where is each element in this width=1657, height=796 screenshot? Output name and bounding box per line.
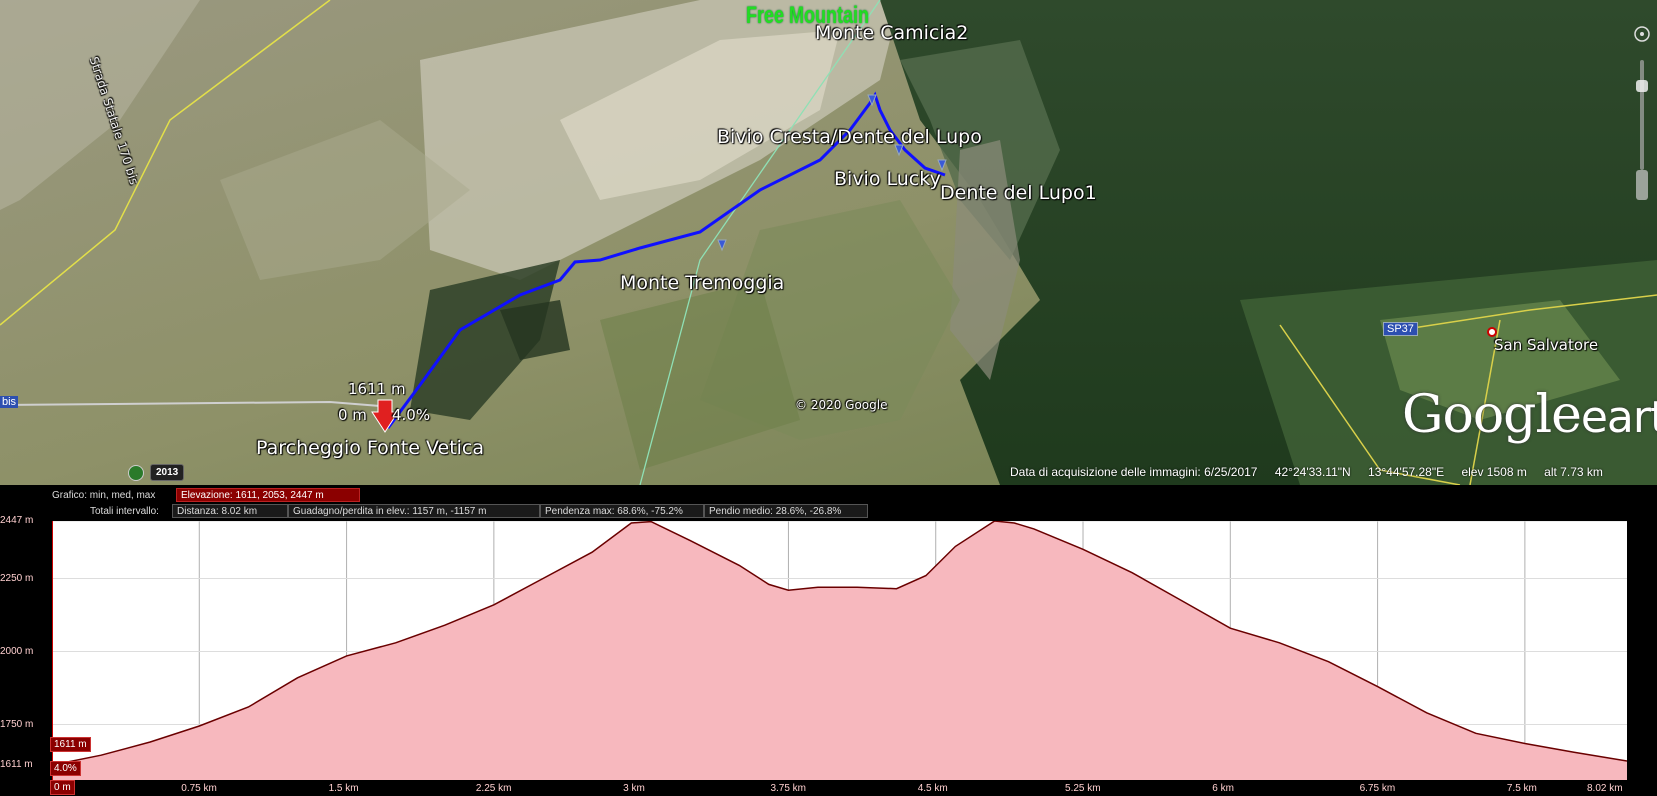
place-monte-camicia[interactable]: Monte Camicia2 xyxy=(815,22,968,44)
distance-box[interactable]: Distanza: 8.02 km xyxy=(172,504,288,518)
logo-earth-text: earth xyxy=(1580,392,1657,443)
place-bivio-cresta[interactable]: Bivio Cresta/Dente del Lupo xyxy=(717,126,982,148)
zoom-slider-icon[interactable] xyxy=(1633,20,1651,210)
x-tick-label: 3.75 km xyxy=(770,783,807,794)
avg-slope-box[interactable]: Pendio medio: 28.6%, -26.8% xyxy=(704,504,868,518)
marker-elevation: 1611 m xyxy=(50,737,91,752)
longitude: 13°44'57.28"E xyxy=(1368,465,1445,479)
place-parcheggio[interactable]: Parcheggio Fonte Vetica xyxy=(256,437,484,459)
y-tick-label: 1611 m xyxy=(0,759,33,771)
cursor-elevation: 1611 m xyxy=(348,380,406,398)
cursor-distance: 0 m xyxy=(338,406,367,424)
x-tick-label: 7.5 km xyxy=(1506,783,1537,794)
acquisition-date: Data di acquisizione delle immagini: 6/2… xyxy=(1010,465,1258,479)
map-view[interactable]: Free Mountain Monte Camicia2 Bivio Crest… xyxy=(0,0,1657,485)
totals-label: Totali intervallo: xyxy=(90,506,159,517)
y-tick-label: 1750 m xyxy=(0,718,34,730)
marker-slope: 4.0% xyxy=(50,761,81,776)
cursor-slope: 4.0% xyxy=(392,406,431,424)
road-shield-left: bis xyxy=(0,396,19,408)
elevation-chart[interactable] xyxy=(52,521,1627,780)
place-san-salvatore[interactable]: San Salvatore xyxy=(1494,336,1598,354)
google-earth-logo: Googleearth xyxy=(1402,385,1657,445)
graph-label: Grafico: min, med, max xyxy=(52,490,156,501)
place-monte-tremoggia[interactable]: Monte Tremoggia xyxy=(620,272,784,294)
y-tick-label: 2250 m xyxy=(0,572,34,584)
status-bar: Data di acquisizione delle immagini: 6/2… xyxy=(1010,465,1617,479)
logo-google-text: Google xyxy=(1402,385,1582,445)
x-tick-label: 1.5 km xyxy=(328,783,359,794)
elevation-readout: elev 1508 m xyxy=(1461,465,1527,479)
marker-distance: 0 m xyxy=(50,780,75,795)
y-tick-label: 2000 m xyxy=(0,645,34,657)
latitude: 42°24'33.11"N xyxy=(1274,465,1351,479)
road-shield-sp37: SP37 xyxy=(1383,322,1418,336)
x-tick-label: 4.5 km xyxy=(917,783,948,794)
navigation-controls[interactable] xyxy=(1633,20,1651,210)
x-tick-label: 6 km xyxy=(1212,783,1234,794)
historical-imagery-icon[interactable] xyxy=(128,465,144,481)
x-tick-label: 3 km xyxy=(623,783,645,794)
altitude-readout: alt 7.73 km xyxy=(1544,465,1603,479)
imagery-year-badge[interactable]: 2013 xyxy=(150,464,185,481)
map-copyright: © 2020 Google xyxy=(795,398,888,412)
x-tick-label: 2.25 km xyxy=(475,783,512,794)
max-slope-box[interactable]: Pendenza max: 68.6%, -75.2% xyxy=(540,504,704,518)
place-dente-lupo[interactable]: Dente del Lupo1 xyxy=(940,182,1097,204)
x-tick-label: 5.25 km xyxy=(1065,783,1101,794)
x-tick-label: 6.75 km xyxy=(1359,783,1396,794)
y-tick-label: 2447 m xyxy=(0,515,34,526)
x-tick-label: 0.75 km xyxy=(181,783,217,794)
gain-loss-box[interactable]: Guadagno/perdita in elev.: 1157 m, -1157… xyxy=(288,504,540,518)
place-bivio-lucky[interactable]: Bivio Lucky xyxy=(834,168,941,190)
x-tick-label: 8.02 km xyxy=(1587,783,1623,794)
elevation-stats-box[interactable]: Elevazione: 1611, 2053, 2447 m xyxy=(176,488,360,502)
